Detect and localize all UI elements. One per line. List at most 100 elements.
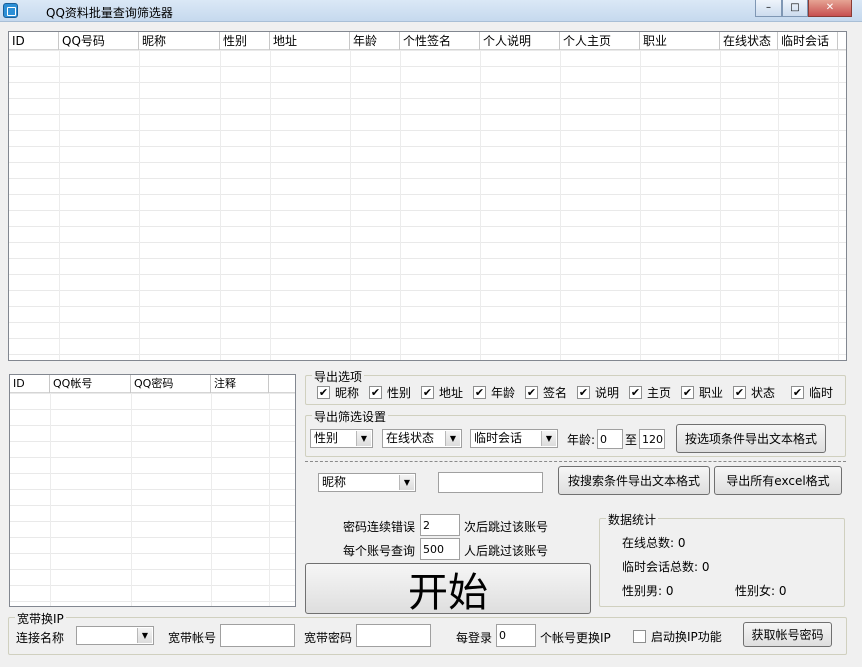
checkbox-occupation[interactable]: ✔ (681, 386, 694, 399)
gender-select[interactable]: 性别 ▼ (310, 429, 373, 448)
male-count: 性别男: 0 (622, 584, 674, 598)
account-grid-header: ID QQ帐号 QQ密码 注释 (10, 375, 295, 393)
online-status-select[interactable]: 在线状态 ▼ (382, 429, 462, 448)
pwd-error-suffix: 次后跳过该账号 (464, 520, 549, 534)
opt-age[interactable]: ✔ 年龄 (473, 384, 515, 401)
opt-status[interactable]: ✔ 状态 (733, 384, 775, 401)
export-by-option-button[interactable]: 按选项条件导出文本格式 (676, 424, 826, 453)
export-all-excel-button[interactable]: 导出所有excel格式 (714, 466, 842, 495)
enable-change-ip[interactable]: 启动换IP功能 (633, 628, 722, 645)
gender-select-value: 性别 (314, 431, 339, 445)
checkbox-status[interactable]: ✔ (733, 386, 746, 399)
col-account-id[interactable]: ID (10, 375, 50, 393)
title-bar: QQ资料批量查询筛选器 – □ ✕ (0, 0, 862, 22)
checkbox-address[interactable]: ✔ (421, 386, 434, 399)
get-account-button[interactable]: 获取帐号密码 (743, 622, 832, 647)
checkbox-homepage[interactable]: ✔ (629, 386, 642, 399)
opt-signature[interactable]: ✔ 签名 (525, 384, 567, 401)
account-grid[interactable]: ID QQ帐号 QQ密码 注释 (9, 374, 296, 607)
col-nickname[interactable]: 昵称 (139, 32, 220, 50)
col-signature[interactable]: 个性签名 (400, 32, 480, 50)
stats-title: 数据统计 (606, 511, 659, 528)
chevron-down-icon: ▼ (356, 431, 371, 446)
nickname-select[interactable]: 昵称 ▼ (318, 473, 416, 492)
enable-change-ip-label: 启动换IP功能 (651, 630, 722, 644)
checkbox-nickname[interactable]: ✔ (317, 386, 330, 399)
online-status-select-value: 在线状态 (386, 431, 435, 445)
checkbox-description[interactable]: ✔ (577, 386, 590, 399)
result-grid-header: ID QQ号码 昵称 性别 地址 年龄 个性签名 个人说明 个人主页 职业 在线… (9, 32, 846, 50)
opt-label: 地址 (439, 386, 464, 400)
bb-password-label: 宽带密码 (304, 631, 353, 645)
app-icon (3, 3, 18, 18)
age-min-input[interactable]: 0 (597, 429, 623, 449)
nickname-select-value: 昵称 (322, 475, 347, 489)
col-gender[interactable]: 性别 (220, 32, 270, 50)
start-button[interactable]: 开始 (305, 563, 591, 616)
bb-password-input[interactable] (356, 624, 431, 647)
checkbox-signature[interactable]: ✔ (525, 386, 538, 399)
col-qq-number[interactable]: QQ号码 (59, 32, 139, 50)
opt-label: 说明 (595, 386, 620, 400)
opt-label: 昵称 (335, 386, 360, 400)
checkbox-temp[interactable]: ✔ (791, 386, 804, 399)
pwd-error-input[interactable]: 2 (420, 514, 460, 536)
checkbox-age[interactable]: ✔ (473, 386, 486, 399)
minimize-button[interactable]: – (755, 0, 782, 17)
opt-description[interactable]: ✔ 说明 (577, 384, 619, 401)
temp-chat-total: 临时会话总数: 0 (622, 560, 710, 574)
opt-nickname[interactable]: ✔ 昵称 (317, 384, 359, 401)
col-qq-password[interactable]: QQ密码 (131, 375, 211, 393)
broadband-title: 宽带换IP (15, 610, 66, 627)
per-account-input[interactable]: 500 (420, 538, 460, 560)
per-account-suffix: 人后跳过该账号 (464, 544, 549, 558)
account-grid-rows (10, 393, 295, 606)
every-login-input[interactable]: 0 (496, 624, 536, 647)
col-occupation[interactable]: 职业 (640, 32, 720, 50)
bb-account-label: 宽带帐号 (168, 631, 217, 645)
chevron-down-icon: ▼ (399, 475, 414, 490)
age-max-input[interactable]: 120 (639, 429, 665, 449)
temp-chat-select[interactable]: 临时会话 ▼ (470, 429, 558, 448)
opt-gender[interactable]: ✔ 性别 (369, 384, 411, 401)
col-description[interactable]: 个人说明 (480, 32, 560, 50)
conn-name-select[interactable]: ▼ (76, 626, 154, 645)
col-online-status[interactable]: 在线状态 (720, 32, 778, 50)
close-button[interactable]: ✕ (808, 0, 852, 17)
col-note[interactable]: 注释 (211, 375, 269, 393)
opt-homepage[interactable]: ✔ 主页 (629, 384, 671, 401)
checkbox-gender[interactable]: ✔ (369, 386, 382, 399)
divider (305, 461, 846, 462)
export-by-search-button[interactable]: 按搜索条件导出文本格式 (558, 466, 710, 495)
col-temp-chat[interactable]: 临时会话 (778, 32, 838, 50)
every-login-label: 每登录 (456, 631, 493, 645)
export-options-title: 导出选项 (312, 368, 365, 385)
online-total: 在线总数: 0 (622, 536, 686, 550)
change-ip-suffix: 个帐号更换IP (540, 631, 611, 645)
age-to-label: 至 (625, 433, 638, 447)
pwd-error-label: 密码连续错误 (343, 520, 416, 534)
result-grid[interactable]: ID QQ号码 昵称 性别 地址 年龄 个性签名 个人说明 个人主页 职业 在线… (8, 31, 847, 361)
female-count: 性别女: 0 (735, 584, 787, 598)
col-age[interactable]: 年龄 (350, 32, 400, 50)
opt-address[interactable]: ✔ 地址 (421, 384, 463, 401)
maximize-button[interactable]: □ (782, 0, 808, 17)
age-label: 年龄: (567, 433, 596, 447)
temp-chat-select-value: 临时会话 (474, 431, 523, 445)
export-filter-title: 导出筛选设置 (312, 408, 389, 425)
per-account-label: 每个账号查询 (343, 544, 416, 558)
bb-account-input[interactable] (220, 624, 295, 647)
chevron-down-icon: ▼ (541, 431, 556, 446)
opt-label: 签名 (543, 386, 568, 400)
opt-occupation[interactable]: ✔ 职业 (681, 384, 723, 401)
opt-temp[interactable]: ✔ 临时 (791, 384, 833, 401)
opt-label: 性别 (387, 386, 412, 400)
col-homepage[interactable]: 个人主页 (560, 32, 640, 50)
enable-change-ip-checkbox[interactable] (633, 630, 646, 643)
window-title: QQ资料批量查询筛选器 (46, 6, 173, 20)
col-id[interactable]: ID (9, 32, 59, 50)
opt-label: 年龄 (491, 386, 516, 400)
col-address[interactable]: 地址 (270, 32, 350, 50)
search-value-input[interactable] (438, 472, 543, 493)
col-qq-account[interactable]: QQ帐号 (50, 375, 131, 393)
